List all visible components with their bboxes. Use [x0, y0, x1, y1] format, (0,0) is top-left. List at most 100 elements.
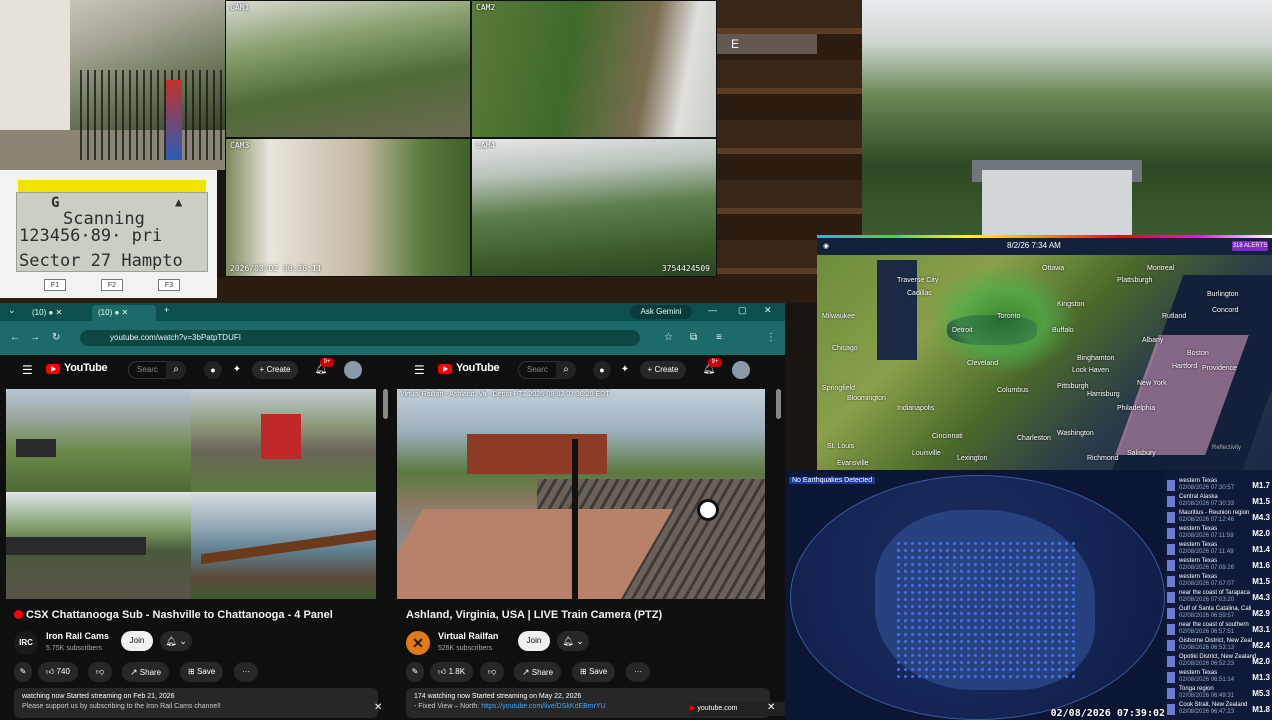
close-notification-icon[interactable]: ✕ [767, 702, 775, 713]
camera-4-id: 3754424509 [661, 264, 710, 273]
earthquake-row[interactable]: Mauritius - Reunion region 02/08/2026 07:… [1165, 510, 1272, 525]
scanner-f2-key[interactable]: F2 [101, 279, 123, 291]
extensions-icon[interactable]: ⧉ [690, 332, 697, 343]
camera-3-label: CAM3 [230, 141, 250, 150]
youtube-logo-icon[interactable] [46, 364, 60, 374]
earthquake-row[interactable]: near the coast of southern 02/08/2026 06:… [1165, 622, 1272, 637]
search-icon[interactable]: ⌕ [166, 361, 186, 379]
depth-marker [1167, 640, 1175, 651]
scanner-f1-key[interactable]: F1 [44, 279, 66, 291]
like-button[interactable]: 👍︎ 1.8K [430, 662, 474, 682]
earthquake-row[interactable]: western Texas 02/08/2026 07:11:49 M1.4 [1165, 542, 1272, 557]
earthquake-row[interactable]: Opotiki District, New Zealand 02/08/2026 … [1165, 654, 1272, 669]
like-button[interactable]: 👍︎ 740 [38, 662, 78, 682]
tab-list-chevron-icon[interactable]: ⌄ [8, 305, 16, 316]
scanner-lcd: G ▲ Scanning 123456·89· pri Sector 27 Ha… [16, 192, 208, 272]
description-link[interactable]: https://youtube.com/live/DSkKdEBmrYU [481, 703, 606, 710]
bookmark-star-icon[interactable]: ☆ [664, 332, 673, 343]
earthquake-row[interactable]: western Texas 02/08/2026 07:07:07 M1.5 [1165, 574, 1272, 589]
earthquake-row[interactable]: Gulf of Santa Catalina, Cali 02/08/2026 0… [1165, 606, 1272, 621]
dislike-button[interactable]: 👎︎ [88, 662, 113, 682]
earthquake-row[interactable]: Tonga region 02/08/2026 06:49:31 M5.3 [1165, 686, 1272, 701]
hamburger-menu-icon[interactable]: ☰ [414, 363, 425, 377]
create-button[interactable]: + Create [252, 361, 298, 379]
radar-logo-icon[interactable]: ◉ [823, 242, 829, 250]
forward-icon[interactable]: → [30, 332, 40, 343]
scrollbar[interactable] [383, 389, 388, 419]
channel-name[interactable]: Virtual Railfan [438, 631, 498, 641]
account-avatar[interactable] [344, 361, 362, 379]
video-panel-1 [6, 389, 191, 492]
save-button[interactable]: ⊞ Save [572, 662, 616, 682]
close-panel-icon[interactable]: ✕ [374, 702, 382, 713]
house [982, 170, 1132, 235]
share-icon: ↗ [522, 667, 530, 677]
video-player[interactable] [6, 389, 376, 599]
join-button[interactable]: Join [121, 631, 153, 651]
channel-avatar[interactable]: ✕ [406, 631, 430, 655]
city-label: Montreal [1147, 265, 1175, 272]
more-actions-icon[interactable]: ··· [626, 662, 650, 682]
subscribe-bell-button[interactable]: 🔔︎ ⌄ [557, 631, 589, 651]
more-actions-icon[interactable]: ··· [234, 662, 258, 682]
radar-time: 8/2/26 7:34 AM [1007, 241, 1061, 250]
dislike-button[interactable]: 👎︎ [480, 662, 505, 682]
city-label: Richmond [1087, 455, 1119, 462]
share-button[interactable]: ↗ Share [514, 662, 562, 682]
new-tab-button[interactable]: + [164, 305, 169, 315]
join-button[interactable]: Join [518, 631, 550, 651]
share-button[interactable]: ↗ Share [122, 662, 170, 682]
hamburger-menu-icon[interactable]: ☰ [22, 363, 33, 377]
create-button[interactable]: + Create [640, 361, 686, 379]
youtube-logo-icon[interactable] [438, 364, 452, 374]
weather-radar-map[interactable]: ◉ 8/2/26 7:34 AM 318 ALERTS Traverse Cit… [817, 235, 1272, 470]
account-avatar[interactable] [732, 361, 750, 379]
alerts-badge[interactable]: 318 ALERTS [1232, 241, 1268, 251]
back-icon[interactable]: ← [10, 332, 20, 343]
video-title: Ashland, Virginia, USA | LIVE Train Came… [406, 609, 663, 621]
earthquake-status: No Earthquakes Detected [789, 477, 876, 484]
earthquake-row[interactable]: Cook Strait, New Zealand 02/08/2026 06:47… [1165, 702, 1272, 717]
video-description[interactable]: watching now Started streaming on Feb 21… [14, 688, 378, 718]
earthquake-row[interactable]: western Texas 02/08/2026 07:11:59 M2.0 [1165, 526, 1272, 541]
microphone-icon[interactable]: ● [204, 361, 222, 379]
media-control-icon[interactable]: ≡ [716, 332, 722, 343]
youtube-wordmark[interactable]: YouTube [64, 362, 108, 374]
earthquake-row[interactable]: western Texas 02/08/2026 06:51:14 M1.3 [1165, 670, 1272, 685]
earthquake-row[interactable]: Gisborne District, New Zeal 02/08/2026 06… [1165, 638, 1272, 653]
tab-youtube-1[interactable]: (10) ● ✕ [26, 305, 92, 321]
live-chat-icon[interactable]: ✎ [406, 662, 424, 682]
video-player[interactable]: Virtual Railfan - Ashland, Va - Depot PT… [397, 389, 765, 599]
depth-marker [1167, 576, 1175, 587]
video-title: CSX Chattanooga Sub - Nashville to Chatt… [14, 609, 333, 621]
url-input[interactable]: youtube.com/watch?v=3bPatpTDUFI [80, 330, 640, 346]
live-chat-icon[interactable]: ✎ [14, 662, 32, 682]
channel-avatar[interactable]: IRC [14, 631, 38, 655]
save-button[interactable]: ⊞ Save [180, 662, 224, 682]
gemini-sparkle-icon[interactable]: ✦ [616, 361, 634, 379]
search-icon[interactable]: ⌕ [556, 361, 576, 379]
earthquake-row[interactable]: western Texas 02/08/2026 07:30:57 M1.7 [1165, 478, 1272, 493]
earthquake-row[interactable]: western Texas 02/08/2026 07:09:26 M1.6 [1165, 558, 1272, 573]
channel-name[interactable]: Iron Rail Cams [46, 631, 109, 641]
scanner-f3-key[interactable]: F3 [158, 279, 180, 291]
gemini-sparkle-icon[interactable]: ✦ [228, 361, 246, 379]
subscribe-bell-button[interactable]: 🔔︎ ⌄ [160, 631, 192, 651]
tab-youtube-2[interactable]: (10) ● ✕ [92, 305, 156, 321]
youtube-wordmark[interactable]: YouTube [456, 362, 500, 374]
reload-icon[interactable]: ↻ [52, 332, 60, 343]
close-window-icon[interactable]: ✕ [764, 305, 772, 316]
minimize-icon[interactable]: — [708, 305, 717, 315]
earthquake-row[interactable]: near the coast of Tarapaca 02/08/2026 07:… [1165, 590, 1272, 605]
quake-magnitude: M1.7 [1252, 481, 1270, 490]
earthquake-row[interactable]: Central Alaska 02/08/2026 07:30:33 M1.5 [1165, 494, 1272, 509]
browser-menu-icon[interactable]: ⋮ [766, 332, 776, 343]
radar-echoes [927, 265, 1077, 375]
quake-date: 02/08/2026 07:30:57 [1179, 485, 1235, 491]
depth-marker [1167, 624, 1175, 635]
maximize-icon[interactable]: ▢ [738, 305, 747, 316]
scrollbar[interactable] [776, 389, 781, 419]
ask-gemini-button[interactable]: Ask Gemini [630, 305, 692, 319]
microphone-icon[interactable]: ● [593, 361, 611, 379]
quake-location: Cook Strait, New Zealand [1179, 702, 1248, 708]
